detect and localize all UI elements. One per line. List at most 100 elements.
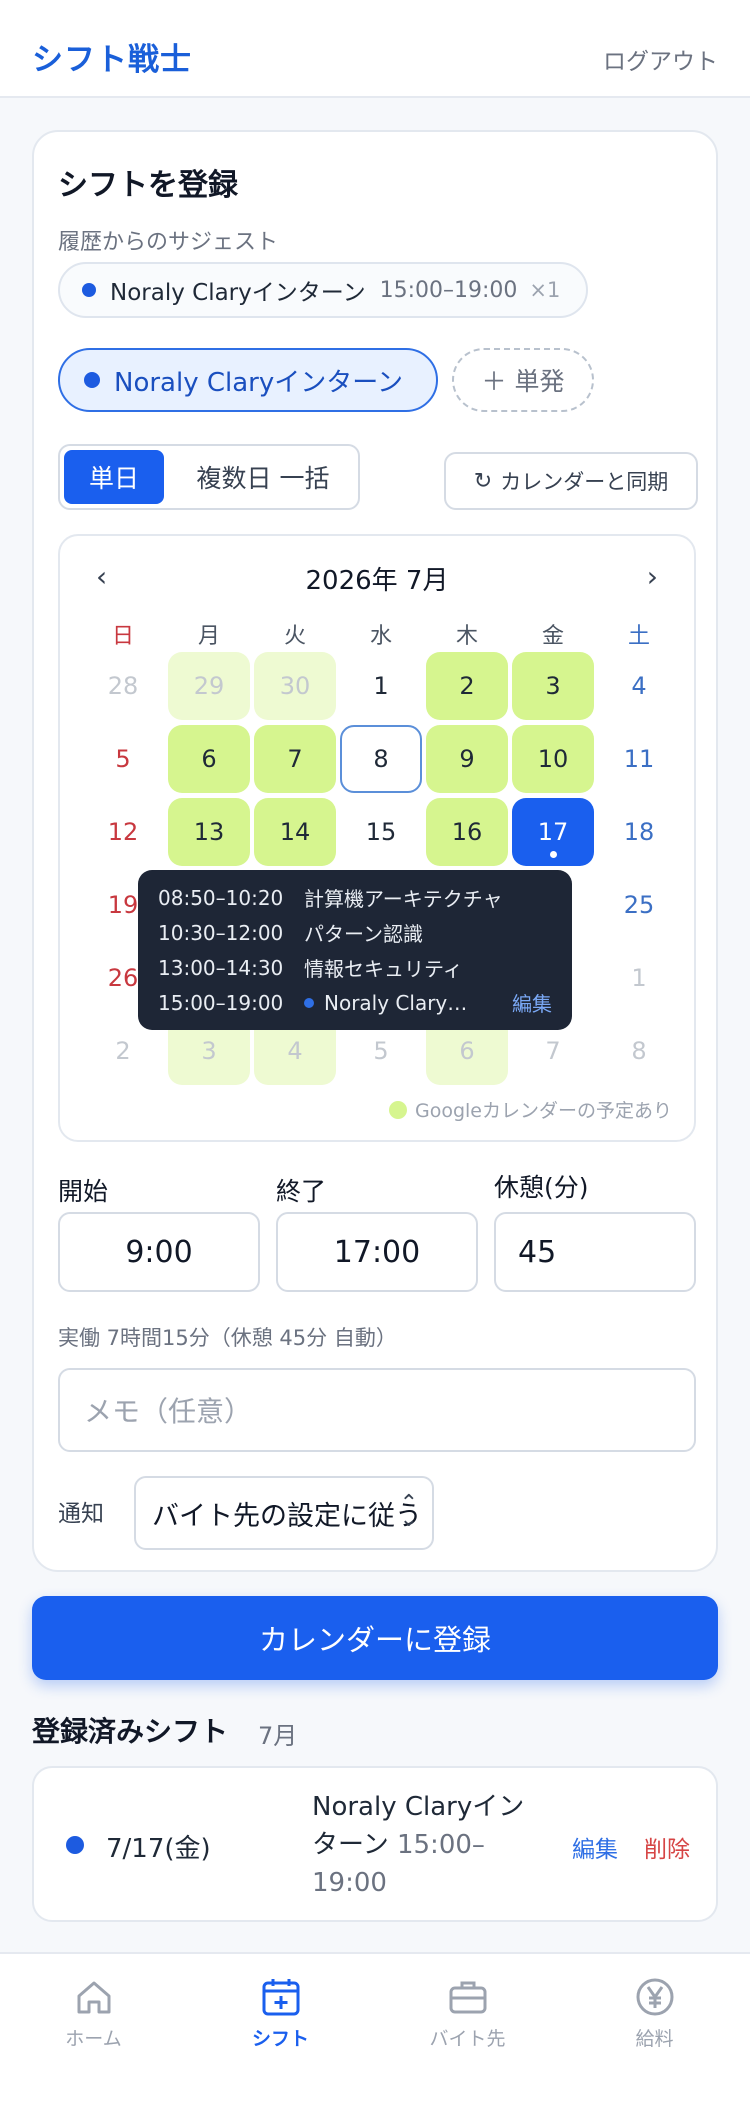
workplace-chip-selected[interactable]: Noraly Claryインターン [58,348,438,412]
calendar-day[interactable]: 6 [168,725,250,793]
calendar-day[interactable]: 7 [254,725,336,793]
weekday-header: 木 [455,624,478,649]
nav-salary[interactable]: 給料 [561,1966,748,2066]
suggestion-count: ×1 [529,278,561,302]
weekday-header: 水 [369,624,392,649]
calendar-day[interactable]: 13 [168,798,250,866]
event-title: 情報セキュリティ [304,957,463,981]
calendar-day[interactable]: 18 [598,798,680,866]
suggestion-chip[interactable]: Noraly Claryインターン 15:00–19:00 ×1 [58,262,588,318]
suggest-label: 履歴からのサジェスト [58,230,279,255]
calendar-month-title: 2026年 7月 [305,566,449,596]
calendar-sync-label: カレンダーと同期 [500,470,669,494]
workplace-color-dot [66,1836,84,1854]
nav-workplace-label: バイト先 [429,2028,506,2050]
end-label: 終了 [276,1177,327,1206]
registered-shifts-month: 7月 [258,1722,298,1750]
calendar-day[interactable]: 14 [254,798,336,866]
mode-multi-tab[interactable]: 複数日 一括 [170,450,356,504]
event-time: 13:00–14:30 [158,955,284,980]
calendar-day[interactable]: 1 [598,944,680,1012]
next-month-button[interactable]: › [647,560,658,593]
start-label: 開始 [58,1177,109,1206]
mode-single-tab[interactable]: 単日 [64,450,164,504]
shift-description: Noraly Claryインターン 15:00–19:00 [312,1788,542,1902]
weekday-header: 月 [197,624,220,649]
end-time-input[interactable]: 17:00 [276,1212,478,1292]
registered-shift-item: 7/17(金) Noraly Claryインターン 15:00–19:00 編集… [32,1766,718,1922]
nav-shift[interactable]: シフト [187,1966,374,2066]
calendar-day[interactable]: 2 [426,652,508,720]
calendar-day[interactable]: 16 [426,798,508,866]
workplace-chip-label: Noraly Claryインターン [114,367,403,398]
calendar-day[interactable]: 4 [598,652,680,720]
logout-link[interactable]: ログアウト [603,42,718,76]
bottom-nav: ホーム シフト バイト先 給料 [0,1952,750,2127]
calendar-day[interactable]: 17 [512,798,594,866]
break-label: 休憩(分) [494,1173,589,1202]
work-hours-summary: 実働 7時間15分（休憩 45分 自動） [58,1326,397,1350]
app-logo[interactable]: シフト戦士 [32,34,192,79]
shift-date: 7/17(金) [106,1834,211,1864]
calendar-day[interactable]: 11 [598,725,680,793]
shift-form-card: シフトを登録 履歴からのサジェスト Noraly Claryインターン 15:0… [32,130,718,1572]
calendar: ‹ 2026年 7月 › Googleカレンダーの予定あり 日月火水木金土 28 2… [58,534,696,1142]
tooltip-event: 10:30–12:00 パターン認識 [158,915,552,950]
legend-swatch [388,1100,407,1119]
event-time: 15:00–19:00 [158,990,284,1015]
event-time: 08:50–10:20 [158,885,284,910]
calendar-plus-icon [262,1979,299,2016]
date-mode-toggle: 単日 複数日 一括 [58,444,360,510]
memo-input[interactable]: メモ（任意） [58,1368,696,1452]
tooltip-edit-link[interactable]: 編集 [512,988,552,1017]
suggestion-name: Noraly Claryインターン [110,280,366,306]
calendar-day[interactable]: 29 [168,652,250,720]
calendar-day[interactable]: 30 [254,652,336,720]
calendar-day[interactable]: 25 [598,871,680,939]
weekday-header: 金 [541,624,564,649]
event-title: 計算機アーキテクチャ [304,887,503,911]
legend-label: Googleカレンダーの予定あり [414,1100,672,1122]
app-header: シフト戦士 ログアウト [0,0,750,98]
notify-select-value: バイト先の設定に従う [152,1500,422,1532]
register-to-calendar-button[interactable]: カレンダーに登録 [32,1596,718,1680]
weekday-header: 日 [111,624,134,649]
start-time-input[interactable]: 9:00 [58,1212,260,1292]
nav-home[interactable]: ホーム [0,1966,187,2066]
weekday-header: 土 [627,624,650,649]
tooltip-shift: 15:00–19:00 Noraly Clary… 編集 [158,985,552,1020]
notify-select[interactable]: バイト先の設定に従う ⌃ ⌄ [134,1476,434,1550]
nav-home-label: ホーム [65,2028,122,2050]
calendar-day[interactable]: 10 [512,725,594,793]
calendar-sync-button[interactable]: ↻ カレンダーと同期 [444,452,698,510]
tooltip-event: 08:50–10:20 計算機アーキテクチャ [158,880,552,915]
workplace-color-dot [82,283,96,297]
shift-edit-button[interactable]: 編集 [572,1830,618,1864]
refresh-icon: ↻ [473,468,493,494]
break-minutes-input[interactable]: 45 [494,1212,696,1292]
day-events-tooltip: 08:50–10:20 計算機アーキテクチャ 10:30–12:00 パターン認… [138,870,572,1030]
weekday-header: 火 [283,624,306,649]
calendar-day[interactable]: 12 [82,798,164,866]
event-title: パターン認識 [304,922,423,946]
workplace-color-dot [84,372,100,388]
registered-shifts-title: 登録済みシフト [32,1715,229,1748]
nav-salary-label: 給料 [635,2028,674,2050]
calendar-legend: Googleカレンダーの予定あり [388,1096,672,1123]
tooltip-event: 13:00–14:30 情報セキュリティ [158,950,552,985]
event-title: Noraly Clary… [324,990,468,1015]
calendar-day[interactable]: 9 [426,725,508,793]
event-time: 10:30–12:00 [158,920,284,945]
calendar-day[interactable]: 28 [82,652,164,720]
form-title: シフトを登録 [58,168,238,203]
calendar-day[interactable]: 15 [340,798,422,866]
calendar-day[interactable]: 3 [512,652,594,720]
nav-workplace[interactable]: バイト先 [374,1966,561,2066]
home-icon [77,1981,110,2014]
calendar-day[interactable]: 8 [598,1017,680,1085]
calendar-day[interactable]: 5 [82,725,164,793]
shift-delete-button[interactable]: 削除 [644,1830,690,1864]
calendar-day[interactable]: 8 [340,725,422,793]
add-single-workplace-button[interactable]: ＋ 単発 [452,348,594,412]
calendar-day[interactable]: 1 [340,652,422,720]
